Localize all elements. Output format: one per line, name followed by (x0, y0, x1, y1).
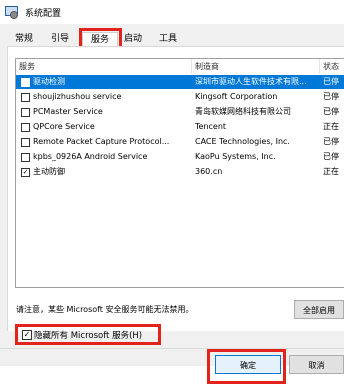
service-checkbox[interactable] (21, 93, 30, 102)
service-manufacturer: 360.cn (195, 167, 223, 176)
service-name: Remote Packet Capture Protocol... (33, 137, 170, 146)
table-row[interactable]: shoujizhushou service Kingsoft Corporatio… (16, 90, 344, 104)
service-manufacturer: 青岛软媒网络科技有限公司 (195, 107, 291, 116)
service-manufacturer: KaoPu Systems, Inc. (195, 152, 276, 161)
service-checkbox[interactable]: ✓ (21, 168, 30, 177)
service-status: 正在 (323, 122, 339, 131)
services-list[interactable]: 服务 制造商 状态 驱动检测 深圳市驱动人生软件技术有限... 已停 shoujizh… (15, 58, 344, 288)
table-row[interactable]: QPCore Service Tencent 正在 (16, 120, 344, 134)
service-status: 已停 (323, 92, 339, 101)
column-header-status[interactable]: 状态 (320, 59, 344, 74)
service-checkbox[interactable] (21, 138, 30, 147)
service-manufacturer: Tencent (195, 122, 227, 131)
table-row[interactable]: kpbs_0926A Android Service KaoPu Systems,… (16, 150, 344, 164)
service-checkbox[interactable] (21, 78, 30, 87)
tab-boot[interactable]: 引导 (47, 32, 73, 47)
service-status: 已停 (323, 107, 339, 116)
service-manufacturer: CACE Technologies, Inc. (195, 137, 290, 146)
ok-button-highlight (207, 349, 286, 384)
service-manufacturer: Kingsoft Corporation (195, 92, 278, 101)
service-status: 正在 (323, 167, 339, 176)
service-name: 主动防御 (33, 167, 65, 176)
cancel-button[interactable]: 取消 (289, 355, 344, 374)
service-name: 驱动检测 (33, 77, 65, 86)
tab-tools[interactable]: 工具 (155, 32, 181, 47)
column-header-manufacturer[interactable]: 制造商 (192, 59, 320, 74)
table-row[interactable]: 驱动检测 深圳市驱动人生软件技术有限... 已停 (16, 75, 344, 89)
column-header-service[interactable]: 服务 (16, 59, 192, 74)
system-config-icon (4, 5, 18, 19)
service-manufacturer: 深圳市驱动人生软件技术有限... (195, 77, 307, 86)
enable-all-button[interactable]: 全部启用 (294, 300, 344, 319)
service-name: PCMaster Service (33, 107, 103, 116)
hide-ms-highlight: ✓ 隐藏所有 Microsoft 服务(H) (15, 324, 161, 345)
service-name: shoujizhushou service (33, 92, 122, 101)
service-name: kpbs_0926A Android Service (33, 152, 148, 161)
service-checkbox[interactable] (21, 108, 30, 117)
table-row[interactable]: ✓ 主动防御 360.cn 正在 (16, 165, 344, 179)
hide-ms-label[interactable]: 隐藏所有 Microsoft 服务(H) (34, 329, 142, 341)
service-status: 已停 (323, 152, 339, 161)
window-title: 系统配置 (25, 9, 62, 19)
table-row[interactable]: PCMaster Service 青岛软媒网络科技有限公司 已停 (16, 105, 344, 119)
service-status: 已停 (323, 77, 339, 86)
service-status: 已停 (323, 137, 339, 146)
hide-ms-checkbox[interactable]: ✓ (22, 330, 32, 340)
title-bar: 系统配置 (0, 0, 344, 24)
service-checkbox[interactable] (21, 153, 30, 162)
service-name: QPCore Service (33, 122, 95, 131)
security-note: 请注意，某些 Microsoft 安全服务可能无法禁用。 (16, 305, 194, 314)
footer-divider (0, 348, 344, 349)
service-checkbox[interactable] (21, 123, 30, 132)
tab-general[interactable]: 常规 (11, 32, 37, 47)
dialog-body: 常规 引导 服务 启动 工具 服务 制造商 状态 驱动检测 深圳市驱动人生软件技术… (0, 24, 344, 384)
table-row[interactable]: Remote Packet Capture Protocol... CACE Te… (16, 135, 344, 149)
tab-startup[interactable]: 启动 (120, 32, 146, 47)
